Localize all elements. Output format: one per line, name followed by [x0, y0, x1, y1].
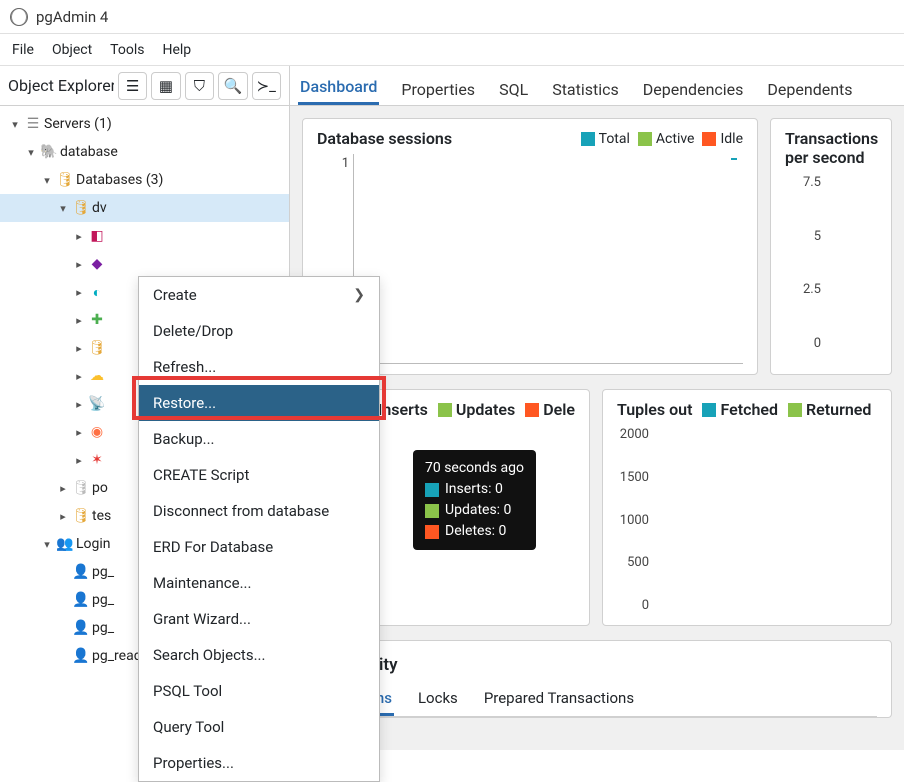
catalogs-icon: ◆: [86, 256, 108, 272]
legend-updates: Updates: [438, 400, 515, 419]
servers-icon: ☰: [22, 116, 44, 132]
context-menu: Create❯ Delete/Drop Refresh... Restore..…: [138, 276, 380, 782]
window-titlebar: pgAdmin 4: [0, 0, 904, 34]
tooltip-time: 70 seconds ago: [425, 458, 524, 479]
tab-dependents[interactable]: Dependents: [765, 72, 854, 105]
ctx-refresh[interactable]: Refresh...: [139, 349, 379, 385]
legend-active: Active: [638, 131, 695, 147]
ctx-disconnect[interactable]: Disconnect from database: [139, 493, 379, 529]
event-icon: ◐: [86, 284, 108, 301]
tps-chart: 7.5 5 2.5 0: [785, 173, 877, 353]
legend-returned: Returned: [788, 400, 871, 419]
ctx-delete[interactable]: Delete/Drop: [139, 313, 379, 349]
menu-help[interactable]: Help: [162, 42, 191, 58]
tab-dependencies[interactable]: Dependencies: [641, 72, 746, 105]
casts-icon: ◧: [86, 228, 108, 244]
sessions-chart: 1: [317, 154, 743, 364]
database-icon: 🛢: [70, 200, 92, 216]
activity-title: e activity: [317, 651, 877, 675]
tab-properties[interactable]: Properties: [399, 72, 477, 105]
chevron-right-icon: ❯: [353, 287, 365, 303]
subtab-locks[interactable]: Locks: [416, 683, 460, 716]
legend-idle: Idle: [702, 131, 743, 147]
tree-databases[interactable]: ▾🛢Databases (3): [0, 166, 289, 194]
tout-title: Tuples out: [617, 400, 692, 419]
ctx-maintenance[interactable]: Maintenance...: [139, 565, 379, 601]
tab-sql[interactable]: SQL: [497, 72, 530, 105]
subtab-prepared[interactable]: Prepared Transactions: [482, 683, 636, 716]
ctx-restore[interactable]: Restore...: [139, 385, 379, 421]
lang-icon: ☁: [86, 368, 108, 384]
tree-casts[interactable]: ▸◧: [0, 222, 289, 250]
legend-fetched: Fetched: [702, 400, 778, 419]
tab-dashboard[interactable]: Dashboard: [298, 69, 379, 105]
roles-icon: 👥: [54, 536, 76, 552]
explorer-tool-1[interactable]: ☰: [118, 72, 147, 100]
chart-tooltip: 70 seconds ago Inserts: 0 Updates: 0 Del…: [413, 450, 536, 550]
menubar: File Object Tools Help: [0, 34, 904, 66]
role-icon: 👤: [70, 564, 92, 580]
menu-tools[interactable]: Tools: [110, 42, 144, 58]
panel-tps: Transactions per second 7.5 5 2.5 0: [770, 118, 892, 375]
tuples-out-chart: 2000 1500 1000 500 0: [617, 425, 877, 615]
ctx-query-tool[interactable]: Query Tool: [139, 709, 379, 745]
role-icon: 👤: [70, 620, 92, 636]
tree-servers[interactable]: ▾☰Servers (1): [0, 110, 289, 138]
ext-icon: ✚: [86, 312, 108, 328]
main-tabs: Dashboard Properties SQL Statistics Depe…: [290, 66, 904, 106]
ctx-backup[interactable]: Backup...: [139, 421, 379, 457]
ctx-grant-wizard[interactable]: Grant Wizard...: [139, 601, 379, 637]
role-icon: 👤: [70, 592, 92, 608]
tab-statistics[interactable]: Statistics: [550, 72, 621, 105]
explorer-tool-grid[interactable]: ▦: [151, 72, 180, 100]
ctx-erd[interactable]: ERD For Database: [139, 529, 379, 565]
ctx-search-objects[interactable]: Search Objects...: [139, 637, 379, 673]
explorer-header: Object Explorer ☰ ▦ ⛉ 🔍 ≻_: [0, 66, 289, 106]
role-icon: 👤: [70, 648, 92, 664]
tree-catalogs[interactable]: ▸◆: [0, 250, 289, 278]
activity-subtabs: Sessions Locks Prepared Transactions: [317, 675, 877, 717]
window-title: pgAdmin 4: [36, 8, 108, 26]
database-icon: 🛢: [54, 172, 76, 188]
ctx-create-script[interactable]: CREATE Script: [139, 457, 379, 493]
menu-file[interactable]: File: [12, 42, 34, 58]
legend-total: Total: [581, 131, 630, 147]
tree-server-database[interactable]: ▾🐘database: [0, 138, 289, 166]
pub-icon: 📡: [86, 396, 108, 412]
database-icon: 🛢: [70, 508, 92, 524]
explorer-tool-filter[interactable]: ⛉: [185, 72, 214, 100]
ctx-psql-tool[interactable]: PSQL Tool: [139, 673, 379, 709]
sub-icon: ✶: [86, 452, 108, 468]
ctx-properties[interactable]: Properties...: [139, 745, 379, 781]
schema-icon: ◉: [86, 424, 108, 440]
search-icon[interactable]: 🔍: [218, 72, 247, 100]
explorer-title: Object Explorer: [8, 76, 114, 95]
menu-object[interactable]: Object: [52, 42, 92, 58]
elephant-icon: 🐘: [38, 144, 60, 160]
tps-title: Transactions per second: [785, 129, 878, 167]
content-area: Dashboard Properties SQL Statistics Depe…: [290, 66, 904, 750]
panel-tuples-out: Tuples out Fetched Returned 2000 1500 10…: [602, 389, 892, 626]
sessions-title: Database sessions: [317, 129, 452, 148]
legend-deletes: Dele: [525, 400, 575, 419]
ctx-create[interactable]: Create❯: [139, 277, 379, 313]
fdw-icon: 🛢: [86, 340, 108, 356]
terminal-icon[interactable]: ≻_: [252, 72, 281, 100]
tree-db-dvdrental[interactable]: ▾🛢dv: [0, 194, 289, 222]
app-icon: [10, 8, 28, 26]
database-off-icon: 🛢: [70, 480, 92, 496]
panel-server-activity: e activity Sessions Locks Prepared Trans…: [302, 640, 892, 718]
